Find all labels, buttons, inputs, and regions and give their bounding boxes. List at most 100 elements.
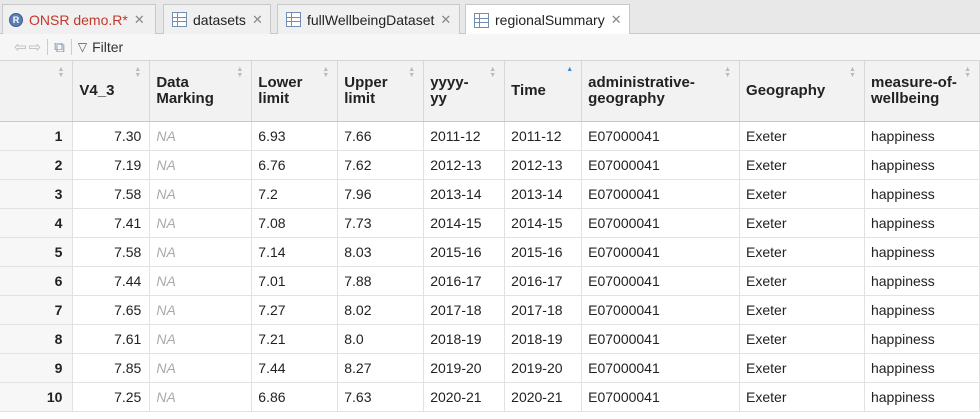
administrative-geography-cell[interactable]: E07000041 (581, 121, 741, 151)
data-marking-cell[interactable]: NA (149, 121, 253, 151)
geography-cell[interactable]: Exeter (739, 266, 865, 296)
upper-limit-cell[interactable]: 8.0 (337, 324, 425, 354)
data-marking-cell[interactable]: NA (149, 353, 253, 383)
administrative-geography-cell[interactable]: E07000041 (581, 324, 741, 354)
table-row[interactable]: 3 7.58 NA 7.2 7.96 2013-14 2013-14 E07000041 Exe… (0, 179, 980, 209)
data-marking-cell[interactable]: NA (149, 324, 253, 354)
yyyy-yy-cell[interactable]: 2020-21 (423, 382, 506, 412)
v4-3-cell[interactable]: 7.85 (72, 353, 151, 383)
lower-limit-cell[interactable]: 7.2 (251, 179, 339, 209)
administrative-geography-cell[interactable]: E07000041 (581, 382, 741, 412)
lower-limit-cell[interactable]: 7.44 (251, 353, 339, 383)
upper-limit-cell[interactable]: 7.62 (337, 150, 425, 180)
upper-limit-cell[interactable]: 7.96 (337, 179, 425, 209)
upper-limit-cell[interactable]: 8.02 (337, 295, 425, 325)
table-row[interactable]: 9 7.85 NA 7.44 8.27 2019-20 2019-20 E07000041 Ex… (0, 353, 980, 383)
column-header-v4-3[interactable]: V4_3 ▲ ▼ (72, 61, 151, 122)
upper-limit-cell[interactable]: 7.73 (337, 208, 425, 238)
table-row[interactable]: 8 7.61 NA 7.21 8.0 2018-19 2018-19 E07000041 Exe… (0, 324, 980, 354)
column-header-lower-limit[interactable]: Lower limit ▲ ▼ (251, 61, 339, 122)
back-arrow-icon[interactable]: ⇦ (14, 38, 27, 56)
time-cell[interactable]: 2016-17 (504, 266, 583, 296)
time-cell[interactable]: 2012-13 (504, 150, 583, 180)
measure-of-wellbeing-cell[interactable]: happiness (864, 150, 980, 180)
yyyy-yy-cell[interactable]: 2014-15 (423, 208, 506, 238)
measure-of-wellbeing-cell[interactable]: happiness (864, 353, 980, 383)
measure-of-wellbeing-cell[interactable]: happiness (864, 324, 980, 354)
measure-of-wellbeing-cell[interactable]: happiness (864, 266, 980, 296)
administrative-geography-cell[interactable]: E07000041 (581, 295, 741, 325)
table-row[interactable]: 1 7.30 NA 6.93 7.66 2011-12 2011-12 E07000041 Ex… (0, 121, 980, 151)
geography-cell[interactable]: Exeter (739, 382, 865, 412)
forward-arrow-icon[interactable]: ⇨ (29, 38, 42, 56)
upper-limit-cell[interactable]: 8.27 (337, 353, 425, 383)
data-marking-cell[interactable]: NA (149, 150, 253, 180)
column-header-time[interactable]: Time ▲ (504, 61, 583, 122)
column-header-yyyy-yy[interactable]: yyyy-yy ▲ ▼ (423, 61, 506, 122)
upper-limit-cell[interactable]: 7.66 (337, 121, 425, 151)
v4-3-cell[interactable]: 7.41 (72, 208, 151, 238)
column-header-administrative-geography[interactable]: administrative-geography ▲ ▼ (581, 61, 741, 122)
administrative-geography-cell[interactable]: E07000041 (581, 179, 741, 209)
geography-cell[interactable]: Exeter (739, 324, 865, 354)
administrative-geography-cell[interactable]: E07000041 (581, 150, 741, 180)
geography-cell[interactable]: Exeter (739, 208, 865, 238)
filter-button[interactable]: ▽ Filter (78, 39, 123, 55)
administrative-geography-cell[interactable]: E07000041 (581, 266, 741, 296)
administrative-geography-cell[interactable]: E07000041 (581, 353, 741, 383)
lower-limit-cell[interactable]: 6.93 (251, 121, 339, 151)
time-cell[interactable]: 2019-20 (504, 353, 583, 383)
show-in-new-window-icon[interactable]: ⧉ (54, 39, 65, 56)
table-row[interactable]: 10 7.25 NA 6.86 7.63 2020-21 2020-21 E07000041 E… (0, 382, 980, 412)
lower-limit-cell[interactable]: 7.21 (251, 324, 339, 354)
measure-of-wellbeing-cell[interactable]: happiness (864, 179, 980, 209)
upper-limit-cell[interactable]: 7.63 (337, 382, 425, 412)
yyyy-yy-cell[interactable]: 2011-12 (423, 121, 506, 151)
data-marking-cell[interactable]: NA (149, 208, 253, 238)
v4-3-cell[interactable]: 7.58 (72, 179, 151, 209)
yyyy-yy-cell[interactable]: 2015-16 (423, 237, 506, 267)
close-icon[interactable]: ✕ (611, 12, 622, 28)
geography-cell[interactable]: Exeter (739, 295, 865, 325)
close-icon[interactable]: ✕ (252, 12, 263, 28)
v4-3-cell[interactable]: 7.44 (72, 266, 151, 296)
data-marking-cell[interactable]: NA (149, 295, 253, 325)
lower-limit-cell[interactable]: 6.76 (251, 150, 339, 180)
yyyy-yy-cell[interactable]: 2018-19 (423, 324, 506, 354)
v4-3-cell[interactable]: 7.58 (72, 237, 151, 267)
v4-3-cell[interactable]: 7.30 (72, 121, 151, 151)
column-header-upper-limit[interactable]: Upper limit ▲ ▼ (337, 61, 425, 122)
time-cell[interactable]: 2013-14 (504, 179, 583, 209)
measure-of-wellbeing-cell[interactable]: happiness (864, 208, 980, 238)
geography-cell[interactable]: Exeter (739, 353, 865, 383)
time-cell[interactable]: 2015-16 (504, 237, 583, 267)
data-marking-cell[interactable]: NA (149, 266, 253, 296)
table-row[interactable]: 6 7.44 NA 7.01 7.88 2016-17 2016-17 E07000041 Ex… (0, 266, 980, 296)
measure-of-wellbeing-cell[interactable]: happiness (864, 382, 980, 412)
table-row[interactable]: 2 7.19 NA 6.76 7.62 2012-13 2012-13 E07000041 Ex… (0, 150, 980, 180)
measure-of-wellbeing-cell[interactable]: happiness (864, 121, 980, 151)
yyyy-yy-cell[interactable]: 2017-18 (423, 295, 506, 325)
lower-limit-cell[interactable]: 7.01 (251, 266, 339, 296)
lower-limit-cell[interactable]: 7.14 (251, 237, 339, 267)
table-row[interactable]: 5 7.58 NA 7.14 8.03 2015-16 2015-16 E07000041 Ex… (0, 237, 980, 267)
geography-cell[interactable]: Exeter (739, 237, 865, 267)
yyyy-yy-cell[interactable]: 2019-20 (423, 353, 506, 383)
geography-cell[interactable]: Exeter (739, 179, 865, 209)
data-marking-cell[interactable]: NA (149, 237, 253, 267)
measure-of-wellbeing-cell[interactable]: happiness (864, 295, 980, 325)
geography-cell[interactable]: Exeter (739, 121, 865, 151)
upper-limit-cell[interactable]: 7.88 (337, 266, 425, 296)
lower-limit-cell[interactable]: 7.27 (251, 295, 339, 325)
time-cell[interactable]: 2011-12 (504, 121, 583, 151)
time-cell[interactable]: 2018-19 (504, 324, 583, 354)
column-header-geography[interactable]: Geography ▲ ▼ (739, 61, 865, 122)
measure-of-wellbeing-cell[interactable]: happiness (864, 237, 980, 267)
time-cell[interactable]: 2020-21 (504, 382, 583, 412)
yyyy-yy-cell[interactable]: 2013-14 (423, 179, 506, 209)
v4-3-cell[interactable]: 7.65 (72, 295, 151, 325)
close-icon[interactable]: ✕ (440, 12, 451, 28)
v4-3-cell[interactable]: 7.25 (72, 382, 151, 412)
yyyy-yy-cell[interactable]: 2016-17 (423, 266, 506, 296)
lower-limit-cell[interactable]: 6.86 (251, 382, 339, 412)
